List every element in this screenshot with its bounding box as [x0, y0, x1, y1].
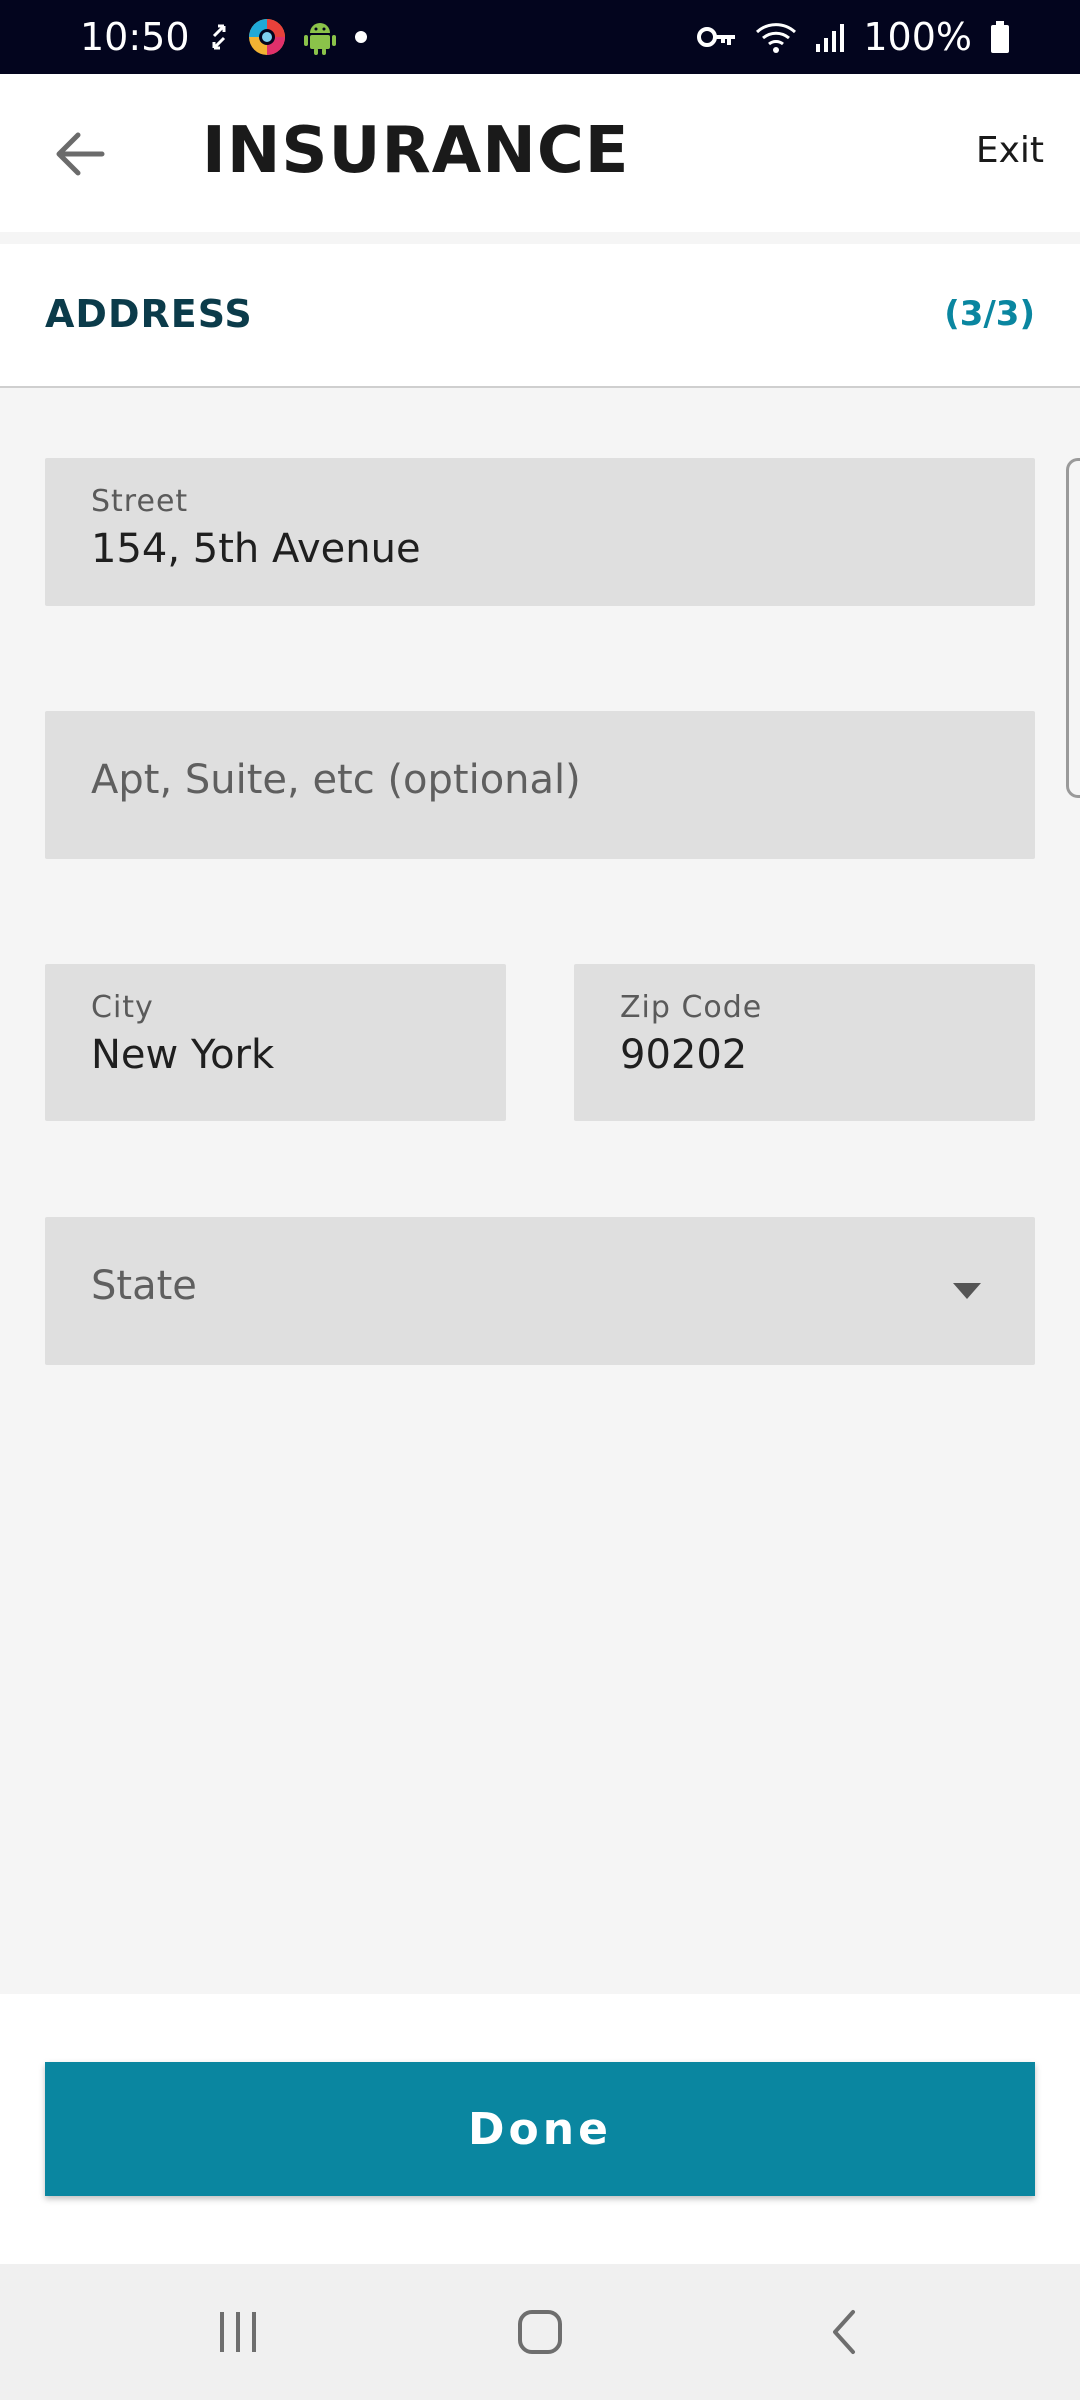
zip-code-label: Zip Code — [620, 990, 763, 1025]
street-label: Street — [91, 484, 189, 519]
city-value: New York — [91, 1032, 275, 1078]
state-placeholder: State — [91, 1263, 197, 1309]
status-bar: 10:50 100% — [0, 0, 1080, 74]
vpn-key-icon — [697, 24, 737, 50]
app-header: INSURANCE Exit — [0, 74, 1080, 232]
section-header: ADDRESS (3/3) — [0, 244, 1080, 388]
page-title: INSURANCE — [202, 114, 630, 188]
back-button[interactable] — [40, 114, 120, 194]
sync-icon — [208, 22, 230, 52]
done-button[interactable]: Done — [45, 2062, 1035, 2196]
exit-button[interactable]: Exit — [976, 130, 1044, 171]
bottom-action-bar: Done — [0, 1994, 1080, 2264]
status-left: 10:50 — [80, 15, 368, 59]
apt-placeholder: Apt, Suite, etc (optional) — [91, 757, 581, 803]
zip-code-value: 90202 — [620, 1032, 748, 1078]
battery-icon — [990, 21, 1010, 53]
edge-panel-handle[interactable] — [1066, 458, 1080, 798]
browser-app-icon — [248, 18, 286, 56]
section-title: ADDRESS — [45, 292, 253, 336]
arrow-left-icon — [56, 132, 105, 176]
status-time: 10:50 — [80, 15, 190, 59]
caret-down-icon — [953, 1283, 981, 1299]
home-button[interactable] — [500, 2302, 580, 2362]
nav-back-button[interactable] — [804, 2302, 884, 2362]
apt-field[interactable]: Apt, Suite, etc (optional) — [45, 711, 1035, 859]
system-nav-bar — [0, 2264, 1080, 2400]
zip-code-field[interactable]: Zip Code 90202 — [574, 964, 1035, 1121]
wifi-icon — [755, 20, 797, 54]
signal-icon — [815, 22, 845, 52]
battery-percent: 100% — [863, 15, 972, 59]
street-field[interactable]: Street 154, 5th Avenue — [45, 458, 1035, 606]
back-icon — [833, 2310, 855, 2354]
recent-apps-icon — [220, 2312, 256, 2352]
android-icon — [303, 19, 336, 55]
city-label: City — [91, 990, 154, 1025]
recent-apps-button[interactable] — [198, 2302, 278, 2362]
street-value: 154, 5th Avenue — [91, 526, 421, 572]
dot-icon — [354, 30, 368, 44]
status-right: 100% — [697, 15, 1010, 59]
home-icon — [518, 2310, 562, 2354]
state-dropdown[interactable]: State — [45, 1217, 1035, 1365]
city-field[interactable]: City New York — [45, 964, 506, 1121]
step-indicator: (3/3) — [944, 294, 1035, 334]
